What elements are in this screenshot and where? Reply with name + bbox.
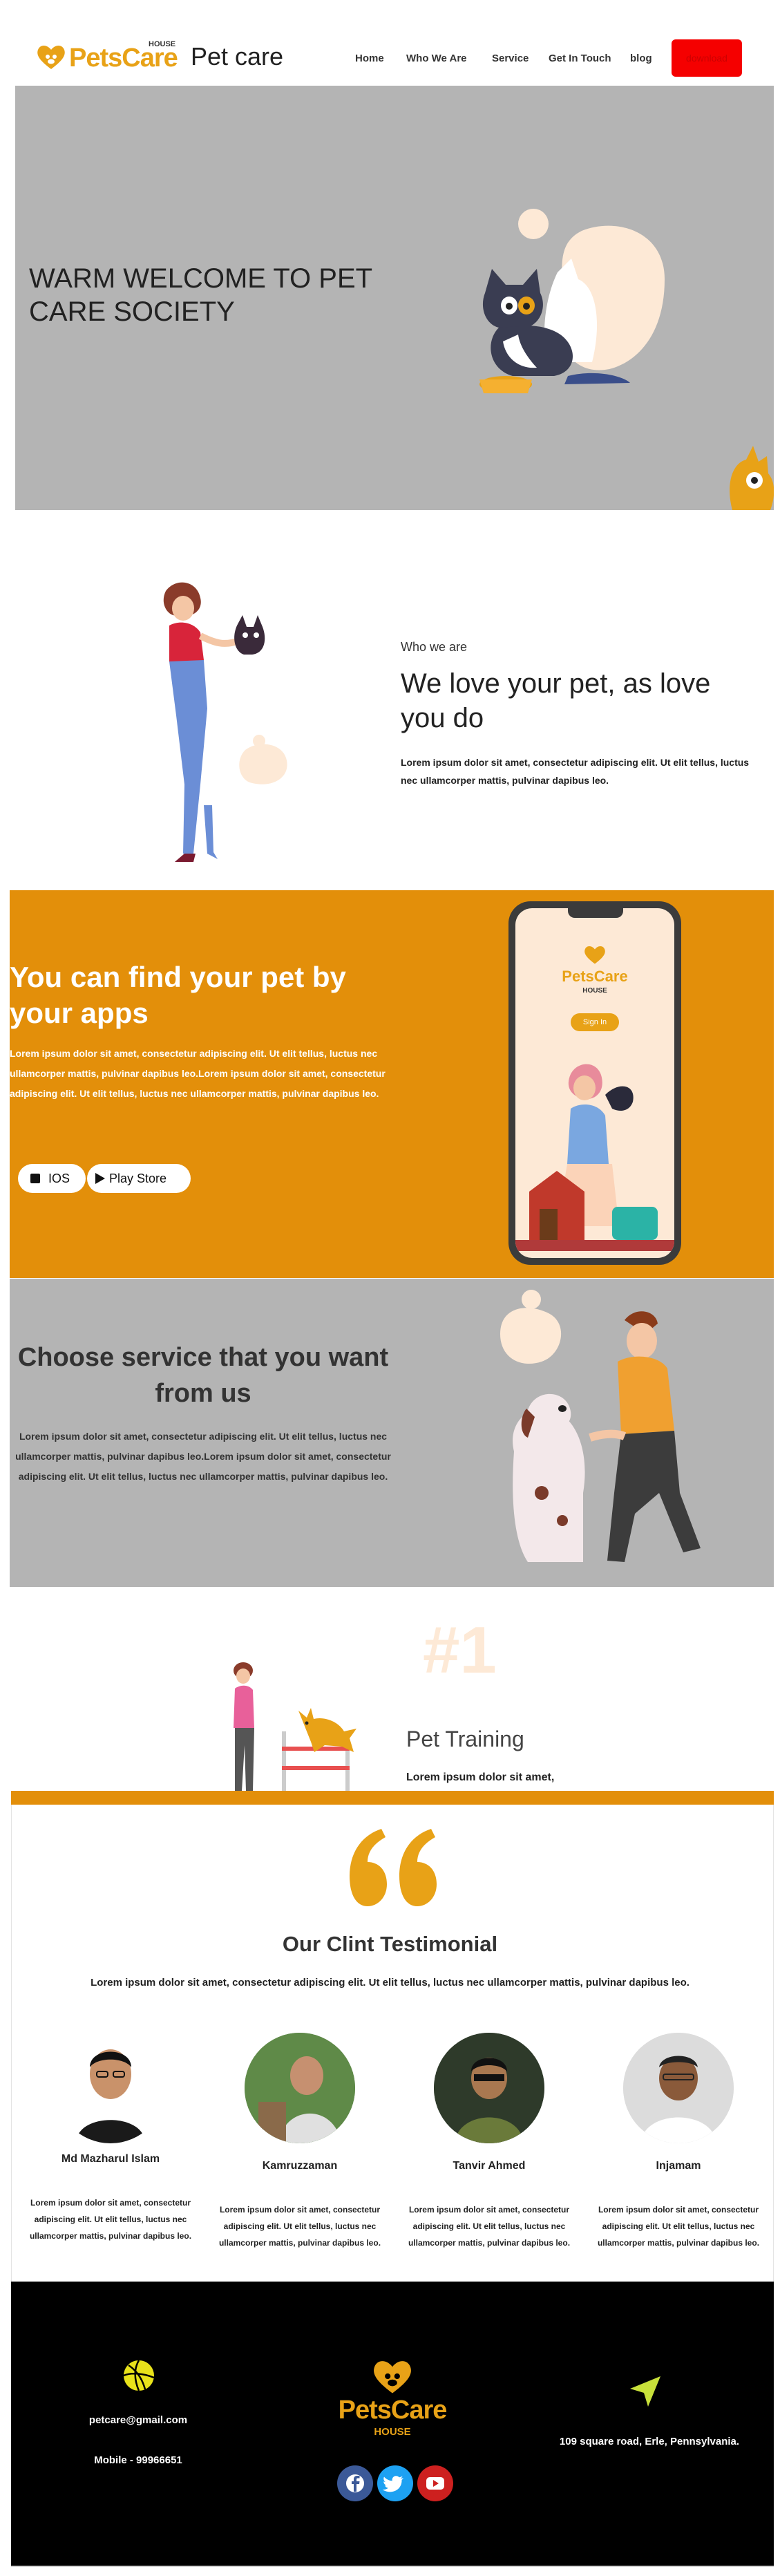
hero-title: WARM WELCOME TO PET CARE SOCIETY <box>29 263 372 327</box>
avatar <box>245 2033 355 2143</box>
ios-label: IOS <box>48 1172 70 1185</box>
footer-logo[interactable]: PetsCare HOUSE <box>330 2357 455 2447</box>
play-store-button[interactable]: Play Store <box>87 1164 191 1193</box>
footer-logo-text: PetsCare <box>338 2396 448 2425</box>
apps-title: You can find your pet by your apps <box>10 961 346 1029</box>
nav-blog[interactable]: blog <box>630 53 652 64</box>
corner-pet-illustration <box>730 446 774 510</box>
logo-text: PetsCare <box>69 44 178 73</box>
avatar <box>434 2033 544 2143</box>
service-text: Lorem ipsum dolor sit amet, consectetur … <box>15 1431 391 1482</box>
testimonial-card: Md Mazharul Islam Lorem ipsum dolor sit … <box>22 2029 199 2257</box>
phone-notch <box>568 908 623 918</box>
section-divider <box>11 1791 774 1805</box>
ios-store-button[interactable]: IOS <box>18 1164 86 1193</box>
phone-logo-text: PetsCare <box>562 968 628 985</box>
training-text: Lorem ipsum dolor sit amet, <box>406 1771 555 1783</box>
rank-number: #1 <box>423 1613 497 1687</box>
footer-divider <box>11 2565 774 2566</box>
woman-holding-pet-illustration <box>163 582 287 862</box>
section-eyebrow: Who we are <box>401 640 468 654</box>
testimonial-name: Injamam <box>656 2160 701 2172</box>
twitter-icon[interactable] <box>377 2465 413 2501</box>
phone-mockup: PetsCare HOUSE Sign In <box>508 901 681 1265</box>
phone-screen: PetsCare HOUSE Sign In <box>515 908 674 1258</box>
heart-paw-icon <box>584 946 605 964</box>
testimonial-subtitle: Lorem ipsum dolor sit amet, consectetur … <box>91 1977 689 1989</box>
who-text: Lorem ipsum dolor sit amet, consectetur … <box>401 757 750 786</box>
footer-mobile: Mobile - 99966651 <box>94 2454 182 2466</box>
testimonial-text: Lorem ipsum dolor sit amet, consectetur … <box>597 2205 760 2248</box>
quote-icon <box>350 1829 437 1906</box>
brand-name: Pet care <box>191 42 284 70</box>
footer-address: 109 square road, Erle, Pennsylvania. <box>559 2436 740 2447</box>
footer-email[interactable]: petcare@gmail.com <box>0 2414 276 2426</box>
testimonial-name: Md Mazharul Islam <box>61 2153 160 2165</box>
youtube-icon[interactable] <box>417 2465 453 2501</box>
testimonial-text: Lorem ipsum dolor sit amet, consectetur … <box>408 2205 571 2248</box>
cat-dog-illustration <box>479 209 665 393</box>
nav-home[interactable]: Home <box>355 53 384 64</box>
nav-service[interactable]: Service <box>492 53 529 64</box>
nav-who-we-are[interactable]: Who We Are <box>406 53 467 64</box>
location-arrow-icon <box>630 2376 660 2407</box>
who-title: We love your pet, as love you do <box>401 668 711 733</box>
logo-subtext: HOUSE <box>149 40 176 48</box>
hero-section: WARM WELCOME TO PET CARE SOCIETY <box>15 86 774 510</box>
footer-logo-subtext: HOUSE <box>374 2426 411 2438</box>
phone-logo-subtext: HOUSE <box>582 987 607 995</box>
service-section: Choose service that you want from us Lor… <box>10 1279 774 1587</box>
top-navbar: PetsCare HOUSE Pet care Home Who We Are … <box>0 0 780 86</box>
training-title: Pet Training <box>406 1727 524 1751</box>
avatar <box>55 2033 166 2143</box>
testimonial-text: Lorem ipsum dolor sit amet, consectetur … <box>29 2198 192 2241</box>
download-button[interactable]: download <box>672 39 742 77</box>
heart-paw-icon <box>37 46 65 69</box>
nav-get-in-touch[interactable]: Get In Touch <box>549 53 611 64</box>
testimonial-card: Tanvir Ahmed Lorem ipsum dolor sit amet,… <box>401 2029 578 2257</box>
dog-training-illustration <box>234 1662 356 1791</box>
apps-section: You can find your pet by your apps Lorem… <box>10 890 774 1278</box>
site-logo[interactable]: PetsCare HOUSE <box>36 40 181 75</box>
apple-icon <box>30 1174 40 1183</box>
testimonial-text: Lorem ipsum dolor sit amet, consectetur … <box>218 2205 381 2248</box>
testimonial-title: Our Clint Testimonial <box>282 1932 498 1956</box>
apps-text: Lorem ipsum dolor sit amet, consectetur … <box>10 1048 386 1099</box>
man-with-dog-illustration <box>500 1290 701 1562</box>
service-title: Choose service that you want from us <box>17 1343 389 1408</box>
testimonial-card: Kamruzzaman Lorem ipsum dolor sit amet, … <box>211 2029 388 2257</box>
testimonial-card: Injamam Lorem ipsum dolor sit amet, cons… <box>590 2029 767 2257</box>
volleyball-icon <box>123 2360 155 2391</box>
phone-signin-button[interactable]: Sign In <box>571 1013 619 1031</box>
play-store-label: Play Store <box>109 1172 167 1185</box>
testimonial-name: Tanvir Ahmed <box>453 2160 526 2172</box>
facebook-icon[interactable] <box>337 2465 373 2501</box>
woman-with-dog-illustration <box>515 1064 674 1251</box>
heart-paw-icon <box>374 2361 411 2394</box>
testimonial-name: Kamruzzaman <box>262 2160 338 2172</box>
play-icon <box>95 1173 105 1184</box>
avatar <box>623 2033 734 2143</box>
